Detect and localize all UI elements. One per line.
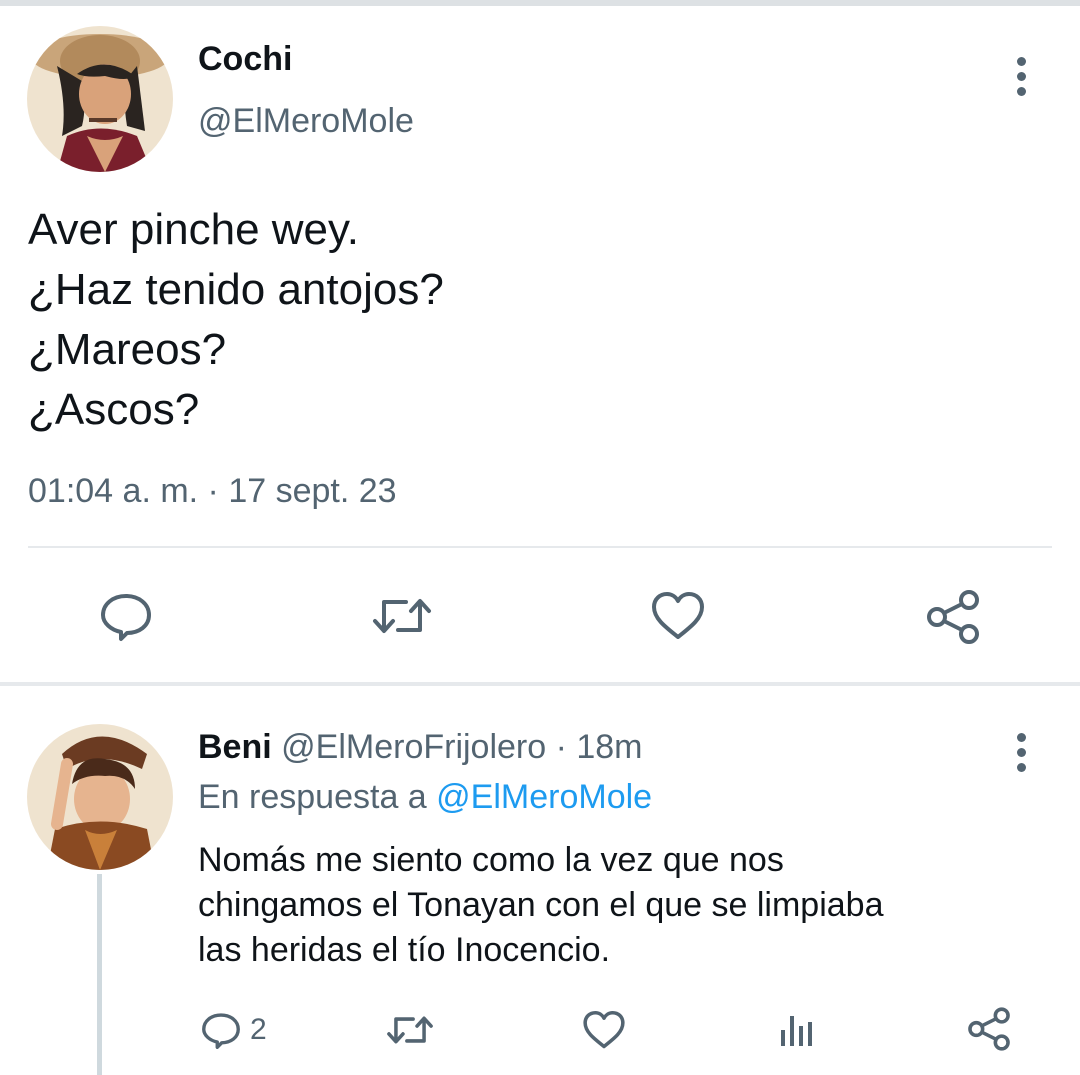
- thread-line: [97, 874, 102, 1075]
- analytics-icon[interactable]: [776, 1008, 820, 1052]
- reply-text: Nomás me siento como la vez que nos chin…: [198, 838, 883, 973]
- avatar[interactable]: [27, 724, 173, 870]
- reply-context: En respuesta a @ElMeroMole: [198, 778, 652, 817]
- more-options-icon[interactable]: [1009, 57, 1033, 96]
- tweet-text-line: ¿Mareos?: [28, 325, 227, 374]
- reply-count: 2: [250, 1013, 267, 1046]
- reply-icon: [200, 1009, 242, 1051]
- tweet-text: Aver pinche wey. ¿Haz tenido antojos? ¿M…: [28, 200, 444, 440]
- like-icon[interactable]: [650, 588, 706, 644]
- display-name[interactable]: Beni: [198, 728, 272, 766]
- reply-text-line: las heridas el tío Inocencio.: [198, 931, 611, 969]
- divider: [28, 546, 1052, 548]
- timestamp[interactable]: 01:04 a. m. · 17 sept. 23: [28, 472, 397, 511]
- tweet-text-line: Aver pinche wey.: [28, 205, 359, 254]
- retweet-icon[interactable]: [385, 1008, 435, 1052]
- handle[interactable]: @ElMeroMole: [198, 102, 414, 141]
- reply-text-line: chingamos el Tonayan con el que se limpi…: [198, 886, 884, 924]
- tweet-text-line: ¿Ascos?: [28, 385, 200, 434]
- handle-time[interactable]: @ElMeroFrijolero · 18m: [281, 728, 642, 766]
- retweet-icon[interactable]: [370, 588, 434, 644]
- reply-text-line: Nomás me siento como la vez que nos: [198, 841, 784, 879]
- reply-button[interactable]: 2: [200, 1008, 267, 1052]
- share-icon[interactable]: [924, 588, 982, 646]
- reply-prefix: En respuesta a: [198, 778, 427, 816]
- reply-to-link[interactable]: @ElMeroMole: [436, 778, 652, 816]
- section-divider: [0, 682, 1080, 686]
- reply-icon[interactable]: [98, 588, 154, 644]
- share-icon[interactable]: [966, 1006, 1012, 1052]
- display-name[interactable]: Cochi: [198, 40, 292, 79]
- tweet-text-line: ¿Haz tenido antojos?: [28, 265, 444, 314]
- like-icon[interactable]: [582, 1008, 626, 1052]
- avatar[interactable]: [27, 26, 173, 172]
- reply-header: Beni @ElMeroFrijolero · 18m: [198, 728, 643, 767]
- more-options-icon[interactable]: [1009, 733, 1033, 772]
- top-divider: [0, 0, 1080, 6]
